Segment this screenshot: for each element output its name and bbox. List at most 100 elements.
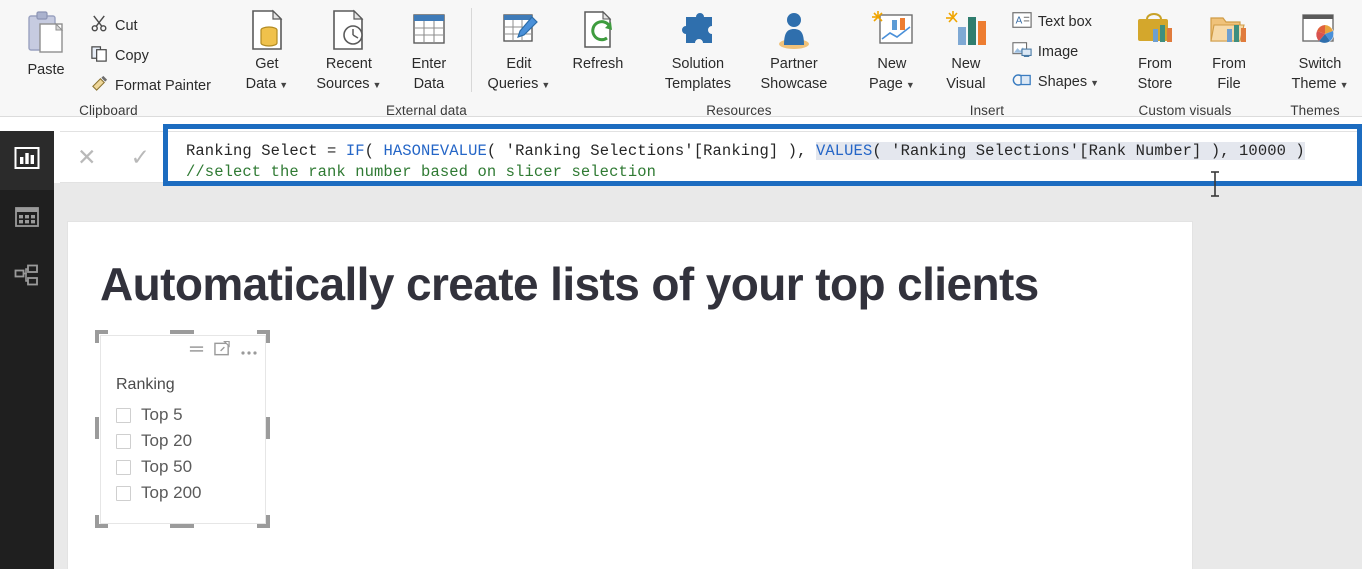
enter-data-button[interactable]: Enter Data [393,4,465,93]
checkbox-icon[interactable] [116,433,131,449]
themes-group-label: Themes [1290,103,1340,118]
formula-line-2-comment: //select the rank number based on slicer… [186,163,657,181]
focus-mode-icon[interactable] [214,340,231,362]
new-page-icon [870,7,914,53]
puzzle-icon [678,7,718,53]
partner-showcase-label-2: Showcase [760,76,828,92]
refresh-icon [578,7,618,53]
cut-label: Cut [115,18,138,34]
ranking-slicer[interactable]: Ranking Top 5 Top 20 Top 50 Top 200 [100,335,266,524]
edit-queries-label-1: Edit [506,56,532,72]
scissors-icon [90,14,109,38]
table-icon [14,204,40,235]
resize-handle-middle-left[interactable] [95,417,99,439]
report-canvas-area: Automatically create lists of your top c… [54,183,1362,569]
get-data-label-1: Get [255,56,279,72]
resize-handle-bottom-right[interactable] [257,515,270,528]
check-icon[interactable]: ✓ [131,145,150,169]
copy-icon [90,44,109,68]
refresh-label: Refresh [572,56,624,72]
checkbox-icon[interactable] [116,407,131,423]
dax-function-if: IF [345,142,365,160]
get-data-button[interactable]: Get Data ▼ [229,4,305,94]
chevron-down-icon[interactable]: ▼ [373,80,382,90]
chevron-down-icon[interactable]: ▼ [541,80,550,90]
recent-sources-button[interactable]: Recent Sources ▼ [305,4,393,94]
image-button[interactable]: Image [1006,37,1105,67]
ribbon-separator [470,8,472,92]
paste-button[interactable]: Paste [8,4,84,79]
slicer-item-label: Top 5 [141,405,183,424]
resize-handle-top-right[interactable] [257,330,270,343]
sidebar-item-model-view[interactable] [0,249,54,308]
solution-templates-button[interactable]: Solution Templates [650,4,746,93]
recent-sources-label-2: Sources ▼ [316,76,382,92]
partner-showcase-button[interactable]: Partner Showcase [746,4,842,93]
chevron-down-icon[interactable]: ▼ [1090,78,1099,88]
more-options-icon[interactable] [240,343,258,361]
chevron-down-icon[interactable]: ▼ [279,80,288,90]
chevron-down-icon[interactable]: ▼ [906,80,915,90]
shapes-button[interactable]: Shapes ▼ [1006,67,1105,97]
switch-theme-label-2: Theme ▼ [1291,76,1349,92]
image-label: Image [1037,44,1079,60]
chevron-down-icon[interactable]: ▼ [1340,80,1349,90]
slicer-item[interactable]: Top 20 [116,428,202,454]
slicer-item[interactable]: Top 200 [116,480,202,506]
new-visual-label-1: New [951,56,981,72]
ribbon-group-resources: Solution Templates Partner Showcase Reso… [636,0,842,118]
text-box-icon: A [1012,11,1032,34]
bar-chart-icon [14,145,40,176]
dax-function-values: VALUES [815,142,873,160]
sidebar-item-report-view[interactable] [0,131,54,190]
copy-button[interactable]: Copy [84,41,217,71]
formula-line-1: Ranking Select = IF( HASONEVALUE( 'Ranki… [186,141,1361,162]
formula-mid-3: ( 'Ranking Selections'[Rank Number] ), 1… [872,142,1305,160]
copy-label: Copy [115,48,149,64]
slicer-item-label: Top 200 [141,483,202,502]
recent-sources-label-1: Recent [325,56,372,72]
from-store-icon [1134,7,1176,53]
formula-input[interactable]: Ranking Select = IF( HASONEVALUE( 'Ranki… [168,132,1361,182]
from-store-button[interactable]: From Store [1117,4,1193,93]
sidebar-item-data-view[interactable] [0,190,54,249]
checkbox-icon[interactable] [116,485,131,501]
slicer-title: Ranking [116,376,175,393]
new-visual-icon [944,7,988,53]
get-data-icon [247,7,287,53]
text-box-label: Text box [1037,14,1092,30]
text-box-button[interactable]: A Text box [1006,7,1105,37]
recent-sources-icon [329,7,369,53]
cut-button[interactable]: Cut [84,11,217,41]
solution-templates-label-1: Solution [671,56,725,72]
formula-mid-2: ( 'Ranking Selections'[Ranking] ), [486,142,816,160]
new-page-label-2: Page ▼ [869,76,915,92]
resize-handle-bottom-left[interactable] [95,515,108,528]
checkbox-icon[interactable] [116,459,131,475]
view-switcher-sidebar [0,131,54,569]
slicer-item[interactable]: Top 50 [116,454,202,480]
format-painter-button[interactable]: Format Painter [84,71,217,101]
new-visual-button[interactable]: New Visual [930,4,1002,93]
refresh-button[interactable]: Refresh [560,4,636,73]
from-file-button[interactable]: From File [1193,4,1265,93]
dax-formula-bar[interactable]: ✕ ✓ Ranking Select = IF( HASONEVALUE( 'R… [60,131,1362,183]
from-store-label-2: Store [1137,76,1173,92]
from-store-label-1: From [1138,56,1172,72]
close-icon[interactable]: ✕ [77,145,96,169]
clipboard-small-commands: Cut Copy Format Painter [84,4,217,101]
slicer-item[interactable]: Top 5 [116,402,202,428]
slicer-item-label: Top 20 [141,431,193,450]
external-data-group-label: External data [385,103,467,118]
new-page-button[interactable]: New Page ▼ [854,4,930,94]
filter-icon[interactable] [188,342,205,361]
resize-handle-bottom-center[interactable] [170,524,194,528]
edit-queries-button[interactable]: Edit Queries ▼ [478,4,560,94]
slicer-selection-wrapper: Ranking Top 5 Top 20 Top 50 Top 200 [95,330,270,528]
resize-handle-top-center[interactable] [170,330,194,334]
person-icon [774,7,814,53]
custom-visuals-group-label: Custom visuals [1138,103,1232,118]
ribbon-group-clipboard: Paste Cut Copy Format Painter Clipboard [0,0,217,118]
switch-theme-button[interactable]: Switch Theme ▼ [1275,4,1362,94]
resize-handle-middle-right[interactable] [266,417,270,439]
